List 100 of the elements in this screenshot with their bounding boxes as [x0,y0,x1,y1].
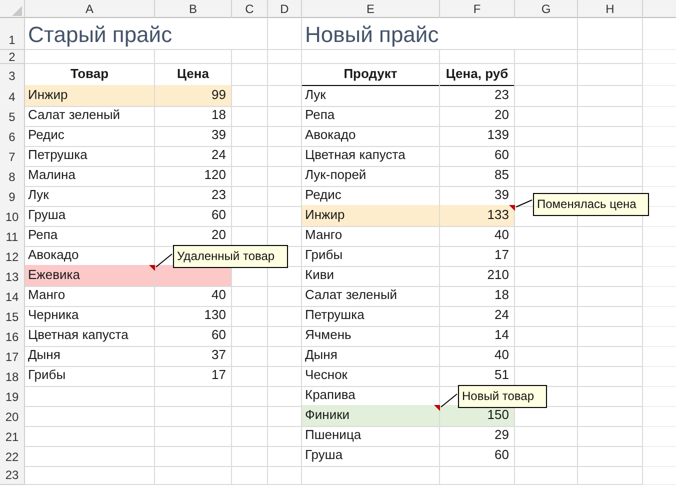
table-cell: 23 [440,85,515,106]
table-cell: 14 [440,325,515,346]
row-header[interactable]: 23 [0,465,25,485]
row-header[interactable]: 6 [0,125,25,146]
empty-cell [515,125,578,146]
empty-cell [268,125,302,146]
table-cell: 133 [440,205,515,226]
table-cell: Грибы [25,365,155,386]
table-cell: 23 [155,185,232,206]
empty-cell [268,325,302,346]
table-cell: Лук-порей [302,165,440,186]
empty-cell [578,325,643,346]
row-header[interactable]: 20 [0,405,25,426]
empty-cell [515,445,578,466]
empty-cell [515,345,578,366]
empty-cell [232,50,268,64]
empty-cell [268,365,302,386]
row-header[interactable]: 7 [0,145,25,166]
row-header[interactable]: 19 [0,385,25,406]
empty-cell [232,145,268,166]
column-header[interactable]: A [25,0,155,18]
empty-cell [515,225,578,246]
table-cell: 17 [155,365,232,386]
empty-cell [268,425,302,446]
column-header[interactable]: C [232,0,268,18]
table-cell: 17 [440,245,515,266]
column-header[interactable]: G [515,0,578,18]
empty-cell [232,125,268,146]
empty-cell [515,50,578,64]
column-header[interactable]: H [578,0,643,18]
row-header[interactable]: 21 [0,425,25,446]
empty-cell [232,445,268,466]
select-all-icon[interactable] [12,6,22,16]
empty-cell [268,385,302,406]
empty-cell [515,85,578,106]
row-header[interactable]: 11 [0,225,25,246]
leader-line [153,253,173,269]
empty-cell [578,305,643,326]
empty-cell [268,105,302,126]
table-cell: 60 [155,205,232,226]
empty-cell [232,165,268,186]
table-cell: 20 [440,105,515,126]
row-header[interactable]: 15 [0,305,25,326]
empty-cell [268,185,302,206]
row-header[interactable]: 13 [0,265,25,286]
row-header[interactable]: 10 [0,205,25,226]
column-header[interactable]: F [440,0,515,18]
row-header[interactable]: 14 [0,285,25,306]
empty-cell [268,305,302,326]
empty-cell [232,405,268,426]
table-cell: Цветная капуста [302,145,440,166]
empty-cell [515,285,578,306]
column-header[interactable]: D [268,0,302,18]
empty-cell [268,85,302,106]
empty-cell [268,50,302,64]
table-cell: Репа [302,105,440,126]
comment-indicator-icon [434,405,440,411]
row-header[interactable]: 12 [0,245,25,266]
table-cell: Манго [25,285,155,306]
table-cell: Малина [25,165,155,186]
row-header[interactable]: 18 [0,365,25,386]
table-cell: 120 [155,165,232,186]
row-header[interactable]: 5 [0,105,25,126]
table-cell: 99 [155,85,232,106]
row-header[interactable]: 4 [0,85,25,106]
empty-cell [268,345,302,366]
row-header[interactable]: 22 [0,445,25,466]
empty-cell [232,365,268,386]
row-header[interactable]: 1 [0,18,25,50]
table-cell: Лук [302,85,440,106]
table-cell: 24 [440,305,515,326]
table-cell: Салат зеленый [25,105,155,126]
row-header[interactable]: 3 [0,64,25,86]
table-cell: Чеснок [302,365,440,386]
table-cell: 40 [155,285,232,306]
empty-cell [268,145,302,166]
row-header[interactable]: 2 [0,50,25,64]
table-cell: 40 [440,225,515,246]
table-cell: Груша [302,445,440,466]
row-header[interactable]: 16 [0,325,25,346]
leader-line [438,393,458,409]
table-cell: 39 [155,125,232,146]
empty-cell [578,365,643,386]
empty-cell [578,465,643,485]
table-cell: 60 [440,145,515,166]
row-header[interactable]: 8 [0,165,25,186]
table-cell: 60 [155,325,232,346]
column-header[interactable]: B [155,0,232,18]
table-cell: Киви [302,265,440,286]
row-header[interactable]: 9 [0,185,25,206]
empty-cell [515,425,578,446]
table-cell: Грибы [302,245,440,266]
comment-box: Поменялась цена [533,193,650,216]
table-cell: Дыня [302,345,440,366]
table-cell: Салат зеленый [302,285,440,306]
empty-cell [515,145,578,166]
row-header[interactable]: 17 [0,345,25,366]
empty-cell [578,64,643,86]
column-header[interactable]: E [302,0,440,18]
empty-cell [515,165,578,186]
